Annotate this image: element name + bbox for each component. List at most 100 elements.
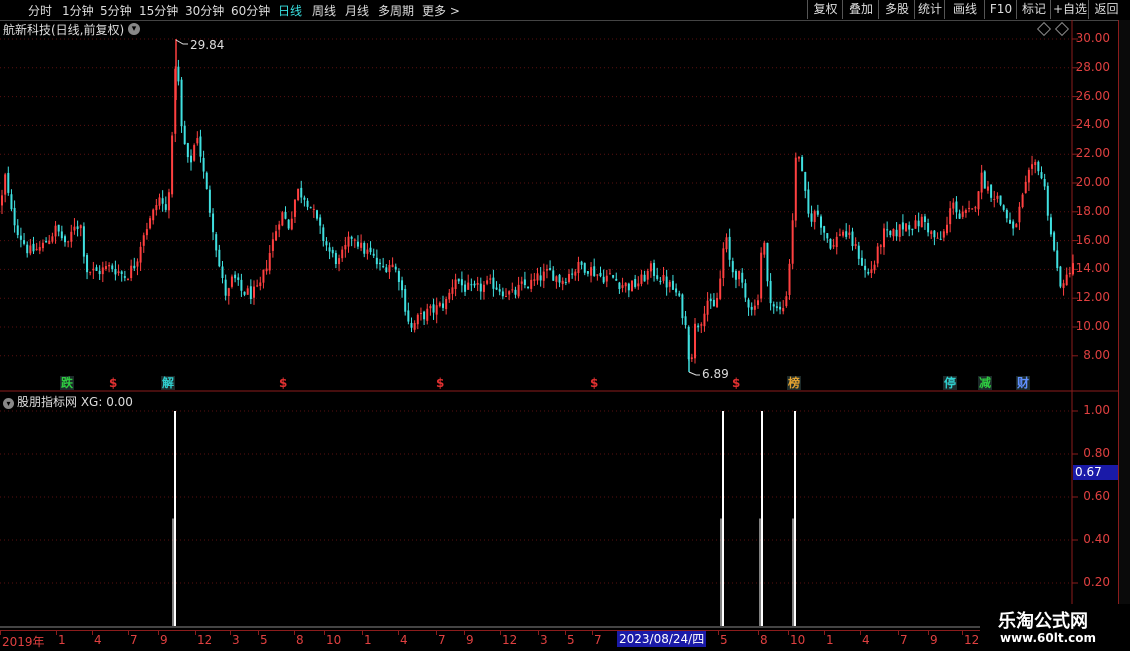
price-tick-label: 24.00 [1075,117,1110,132]
candle-body [930,231,933,235]
candle-body [971,208,974,210]
candle-body [29,245,32,254]
candle-body [1002,205,1005,210]
candle-body [227,288,230,297]
candle-body [627,283,630,291]
event-marker[interactable]: $ [436,376,444,390]
candle-body [712,299,715,307]
candle-body [104,266,107,270]
candle-body [10,194,13,210]
kline-chart[interactable]: 29.84 6.89 [0,0,1130,650]
event-marker[interactable]: 停 [943,376,958,390]
candle-body [734,271,737,280]
candle-body [350,236,353,239]
date-tick-label: 9 [160,633,168,647]
candle-body [936,237,939,239]
date-tick-label: 10 [326,633,342,647]
event-marker[interactable]: 跌 [60,376,75,390]
candle-body [145,229,148,236]
candle-body [413,323,416,330]
indicator-header[interactable]: ▾ 股朋指标网 XG: 0.00 [3,393,133,410]
candle-body [917,220,920,227]
date-tick-mark [0,631,1,635]
candle-body [552,270,555,281]
date-tick-label: 5 [260,633,268,647]
candle-body [167,192,170,211]
candle-body [394,266,397,270]
candle-body [4,174,7,195]
candle-body [977,191,980,210]
event-marker[interactable]: $ [109,376,117,390]
candle-body [968,207,971,209]
date-tick-mark [324,631,325,635]
candle-body [681,294,684,319]
candle-body [608,273,611,275]
candle-body [867,271,870,274]
candle-body [939,238,942,240]
candle-body [829,238,832,249]
candle-body [429,306,432,309]
price-tick-label: 14.00 [1075,261,1110,276]
event-marker[interactable]: 榜 [787,376,802,390]
candle-body [7,172,10,193]
indicator-dropdown-icon[interactable]: ▾ [3,398,14,409]
candle-body [117,271,120,274]
candle-body [605,275,608,282]
side-panel-strip[interactable] [1118,20,1130,630]
candle-body [253,286,255,298]
price-tick-label: 30.00 [1075,31,1110,45]
candle-body [177,66,180,82]
candle-body [788,263,791,295]
candle-body [271,239,274,251]
candle-body [527,286,530,289]
candle-body [297,188,300,201]
candle-body [240,279,243,291]
candle-body [659,280,662,283]
candle-body [139,246,142,263]
candle-body [942,231,945,238]
candle-body [57,224,60,232]
candle-body [79,225,82,229]
date-tick-label: 3 [540,633,548,647]
candle-body [328,247,331,252]
candle-body [602,276,605,283]
date-tick-label: 4 [94,633,102,647]
event-marker[interactable]: 减 [978,376,993,390]
date-tick-mark [565,631,566,635]
date-tick-label: 1 [58,633,66,647]
candle-body [1034,162,1037,165]
candle-body [775,306,778,308]
date-tick-mark [758,631,759,635]
candle-body [568,274,570,283]
event-marker[interactable]: 解 [161,376,176,390]
candle-body [316,210,318,219]
candle-body [889,230,892,236]
candle-body [671,280,674,290]
candle-body [379,262,381,265]
candle-body [690,357,693,360]
candle-body [574,271,577,276]
candle-body [1012,221,1015,229]
watermark-title: 乐淘公式网 [998,611,1088,632]
indicator-current-value: 0.67 [1073,465,1120,480]
candle-body [76,226,79,229]
candle-body [646,270,649,280]
candle-body [794,157,797,221]
candle-body [961,211,964,217]
date-tick-label: 8 [296,633,304,647]
date-tick-mark [962,631,963,635]
candle-body [215,234,218,251]
date-tick-label: 3 [232,633,240,647]
candle-body [473,283,476,286]
candle-body [234,274,237,279]
candle-body [114,269,117,275]
candle-body [196,138,199,144]
candle-body [810,213,813,222]
event-marker[interactable]: 财 [1016,376,1031,390]
event-marker[interactable]: $ [279,376,287,390]
candle-body [319,217,322,226]
candle-body [334,253,337,265]
candle-body [479,283,482,292]
event-marker[interactable]: $ [590,376,598,390]
event-marker[interactable]: $ [732,376,740,390]
